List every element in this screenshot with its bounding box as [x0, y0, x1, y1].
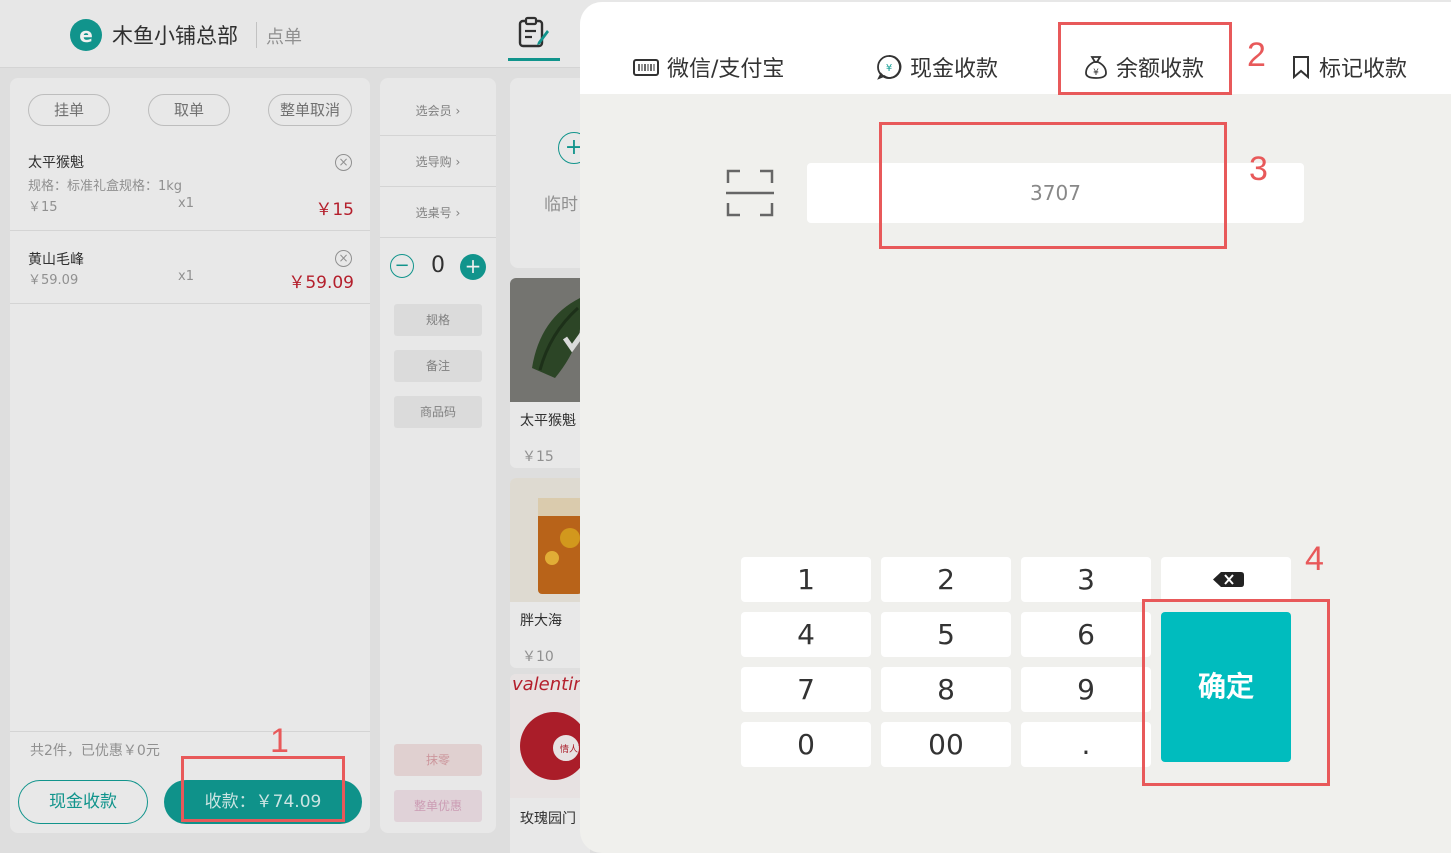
quantity-stepper: − 0 +: [390, 253, 486, 280]
svg-text:¥: ¥: [1093, 68, 1099, 78]
cart-item-unit-price: ￥59.09: [28, 273, 79, 288]
annotation-label-4: 4: [1305, 540, 1324, 578]
product-code-button[interactable]: 商品码: [394, 396, 482, 428]
cart-item-name: 黄山毛峰: [28, 252, 84, 268]
key-1[interactable]: 1: [741, 557, 871, 602]
backspace-icon: [1213, 572, 1244, 587]
amount-input[interactable]: [807, 163, 1304, 223]
order-tab-icon[interactable]: [516, 16, 550, 50]
title-divider: [256, 22, 257, 48]
tab-label: 微信/支付宝: [667, 57, 785, 82]
yuan-coin-icon: ¥: [877, 55, 902, 80]
key-9[interactable]: 9: [1021, 667, 1151, 712]
cart-item-total: ￥15: [315, 200, 354, 220]
cart-item-unit-price: ￥15: [28, 200, 58, 215]
select-table-label: 选桌号: [415, 206, 452, 220]
order-options-panel: 选会员 › 选导购 › 选桌号 › − 0 + 规格 备注 商品码 抹零 整单优…: [380, 78, 496, 833]
annotation-label-3: 3: [1249, 150, 1268, 188]
cart-item[interactable]: 太平猴魁 规格：标准礼盒规格：1kg ￥15 x1 ￥15 ×: [10, 140, 370, 231]
tab-balance[interactable]: ¥ 余额收款: [1084, 50, 1204, 84]
key-7[interactable]: 7: [741, 667, 871, 712]
scan-icon[interactable]: [726, 169, 774, 217]
cash-payment-button[interactable]: 现金收款: [18, 780, 148, 824]
select-member-label: 选会员: [415, 104, 452, 118]
select-member-link[interactable]: 选会员 ›: [380, 86, 496, 136]
key-4[interactable]: 4: [741, 612, 871, 657]
tab-wechat-alipay[interactable]: 微信/支付宝: [633, 50, 784, 84]
product-image: valentin 情人节: [510, 674, 590, 798]
cancel-order-button[interactable]: 整单取消: [268, 94, 352, 126]
cart-item-name: 太平猴魁: [28, 155, 84, 171]
store-logo-icon: e: [70, 19, 102, 51]
svg-text:¥: ¥: [886, 63, 892, 74]
store-name: 木鱼小铺总部: [112, 24, 238, 48]
spec-button[interactable]: 规格: [394, 304, 482, 336]
product-card[interactable]: 太平猴魁 ￥15: [510, 278, 590, 468]
product-name: 玫瑰园门: [520, 811, 576, 827]
key-8[interactable]: 8: [881, 667, 1011, 712]
key-3[interactable]: 3: [1021, 557, 1151, 602]
cart-item-total: ￥59.09: [288, 273, 354, 293]
temp-item-label: 临时: [544, 195, 578, 215]
product-image: [510, 478, 590, 602]
cart-panel: 挂单 取单 整单取消 太平猴魁 规格：标准礼盒规格：1kg ￥15 x1 ￥15…: [10, 78, 370, 833]
product-image: [510, 278, 590, 402]
select-guide-label: 选导购: [415, 155, 452, 169]
key-dot[interactable]: .: [1021, 722, 1151, 767]
key-6[interactable]: 6: [1021, 612, 1151, 657]
key-0[interactable]: 0: [741, 722, 871, 767]
product-price: ￥15: [522, 449, 554, 465]
key-5[interactable]: 5: [881, 612, 1011, 657]
key-00[interactable]: 00: [881, 722, 1011, 767]
divider: [10, 731, 370, 732]
cart-item-qty: x1: [178, 269, 194, 284]
valentine-text: valentin: [512, 674, 585, 695]
tab-label: 标记收款: [1319, 57, 1408, 82]
product-price: ￥10: [522, 649, 554, 665]
remove-item-icon[interactable]: ×: [335, 154, 352, 171]
temporary-item-card[interactable]: + 临时: [510, 78, 590, 268]
product-name: 太平猴魁: [520, 413, 576, 429]
cart-item-qty: x1: [178, 196, 194, 211]
hold-order-button[interactable]: 挂单: [28, 94, 110, 126]
annotation-label-2: 2: [1247, 36, 1266, 74]
tab-label: 现金收款: [910, 57, 999, 82]
confirm-button[interactable]: 确定: [1161, 612, 1291, 762]
cart-summary: 共2件，已优惠￥0元: [30, 743, 160, 759]
page-title: 点单: [266, 27, 302, 48]
quantity-value: 0: [431, 253, 445, 278]
active-tab-underline: [508, 58, 560, 61]
cart-item-spec: 规格：标准礼盒规格：1kg: [28, 179, 183, 194]
retrieve-order-button[interactable]: 取单: [148, 94, 230, 126]
round-off-button[interactable]: 抹零: [394, 744, 482, 776]
tab-label: 余额收款: [1116, 57, 1205, 82]
payment-method-tabs: 微信/支付宝 ¥ 现金收款 ¥ 余额收款 标记收款: [580, 2, 1451, 94]
select-table-link[interactable]: 选桌号 ›: [380, 188, 496, 238]
product-grid: + 临时 太平猴魁 ￥15 胖大海 ￥10 valentin 情人节 玫瑰园门: [510, 78, 590, 853]
checkout-button[interactable]: 收款：￥74.09: [164, 780, 362, 824]
decrease-button[interactable]: −: [390, 254, 414, 278]
cart-item[interactable]: 黄山毛峰 ￥59.09 x1 ￥59.09 ×: [10, 231, 370, 304]
key-2[interactable]: 2: [881, 557, 1011, 602]
payment-modal: 微信/支付宝 ¥ 现金收款 ¥ 余额收款 标记收款 3707 1 2 3 4 5…: [580, 2, 1451, 853]
bookmark-icon: [1293, 56, 1309, 79]
order-discount-button[interactable]: 整单优惠: [394, 790, 482, 822]
annotation-label-1: 1: [270, 722, 289, 760]
product-card[interactable]: valentin 情人节 玫瑰园门: [510, 674, 590, 853]
product-name: 胖大海: [520, 613, 562, 629]
tab-mark-payment[interactable]: 标记收款: [1291, 50, 1407, 84]
barcode-card-icon: [633, 59, 659, 76]
backspace-button[interactable]: [1161, 557, 1291, 602]
money-bag-icon: ¥: [1085, 56, 1107, 79]
select-guide-link[interactable]: 选导购 ›: [380, 137, 496, 187]
product-card[interactable]: 胖大海 ￥10: [510, 478, 590, 668]
note-button[interactable]: 备注: [394, 350, 482, 382]
tab-cash[interactable]: ¥ 现金收款: [876, 50, 998, 84]
increase-button[interactable]: +: [460, 254, 486, 280]
remove-item-icon[interactable]: ×: [335, 250, 352, 267]
